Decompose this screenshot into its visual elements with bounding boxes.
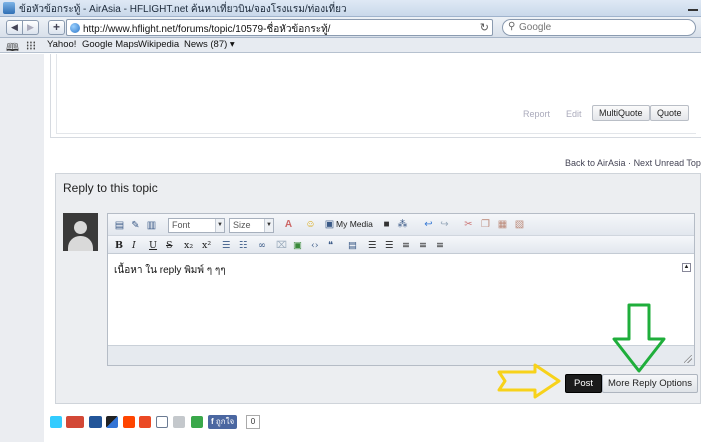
annotation-overlay: [497, 303, 666, 399]
yellow-arrow-icon: [497, 363, 561, 399]
green-arrow-icon: [612, 303, 666, 373]
